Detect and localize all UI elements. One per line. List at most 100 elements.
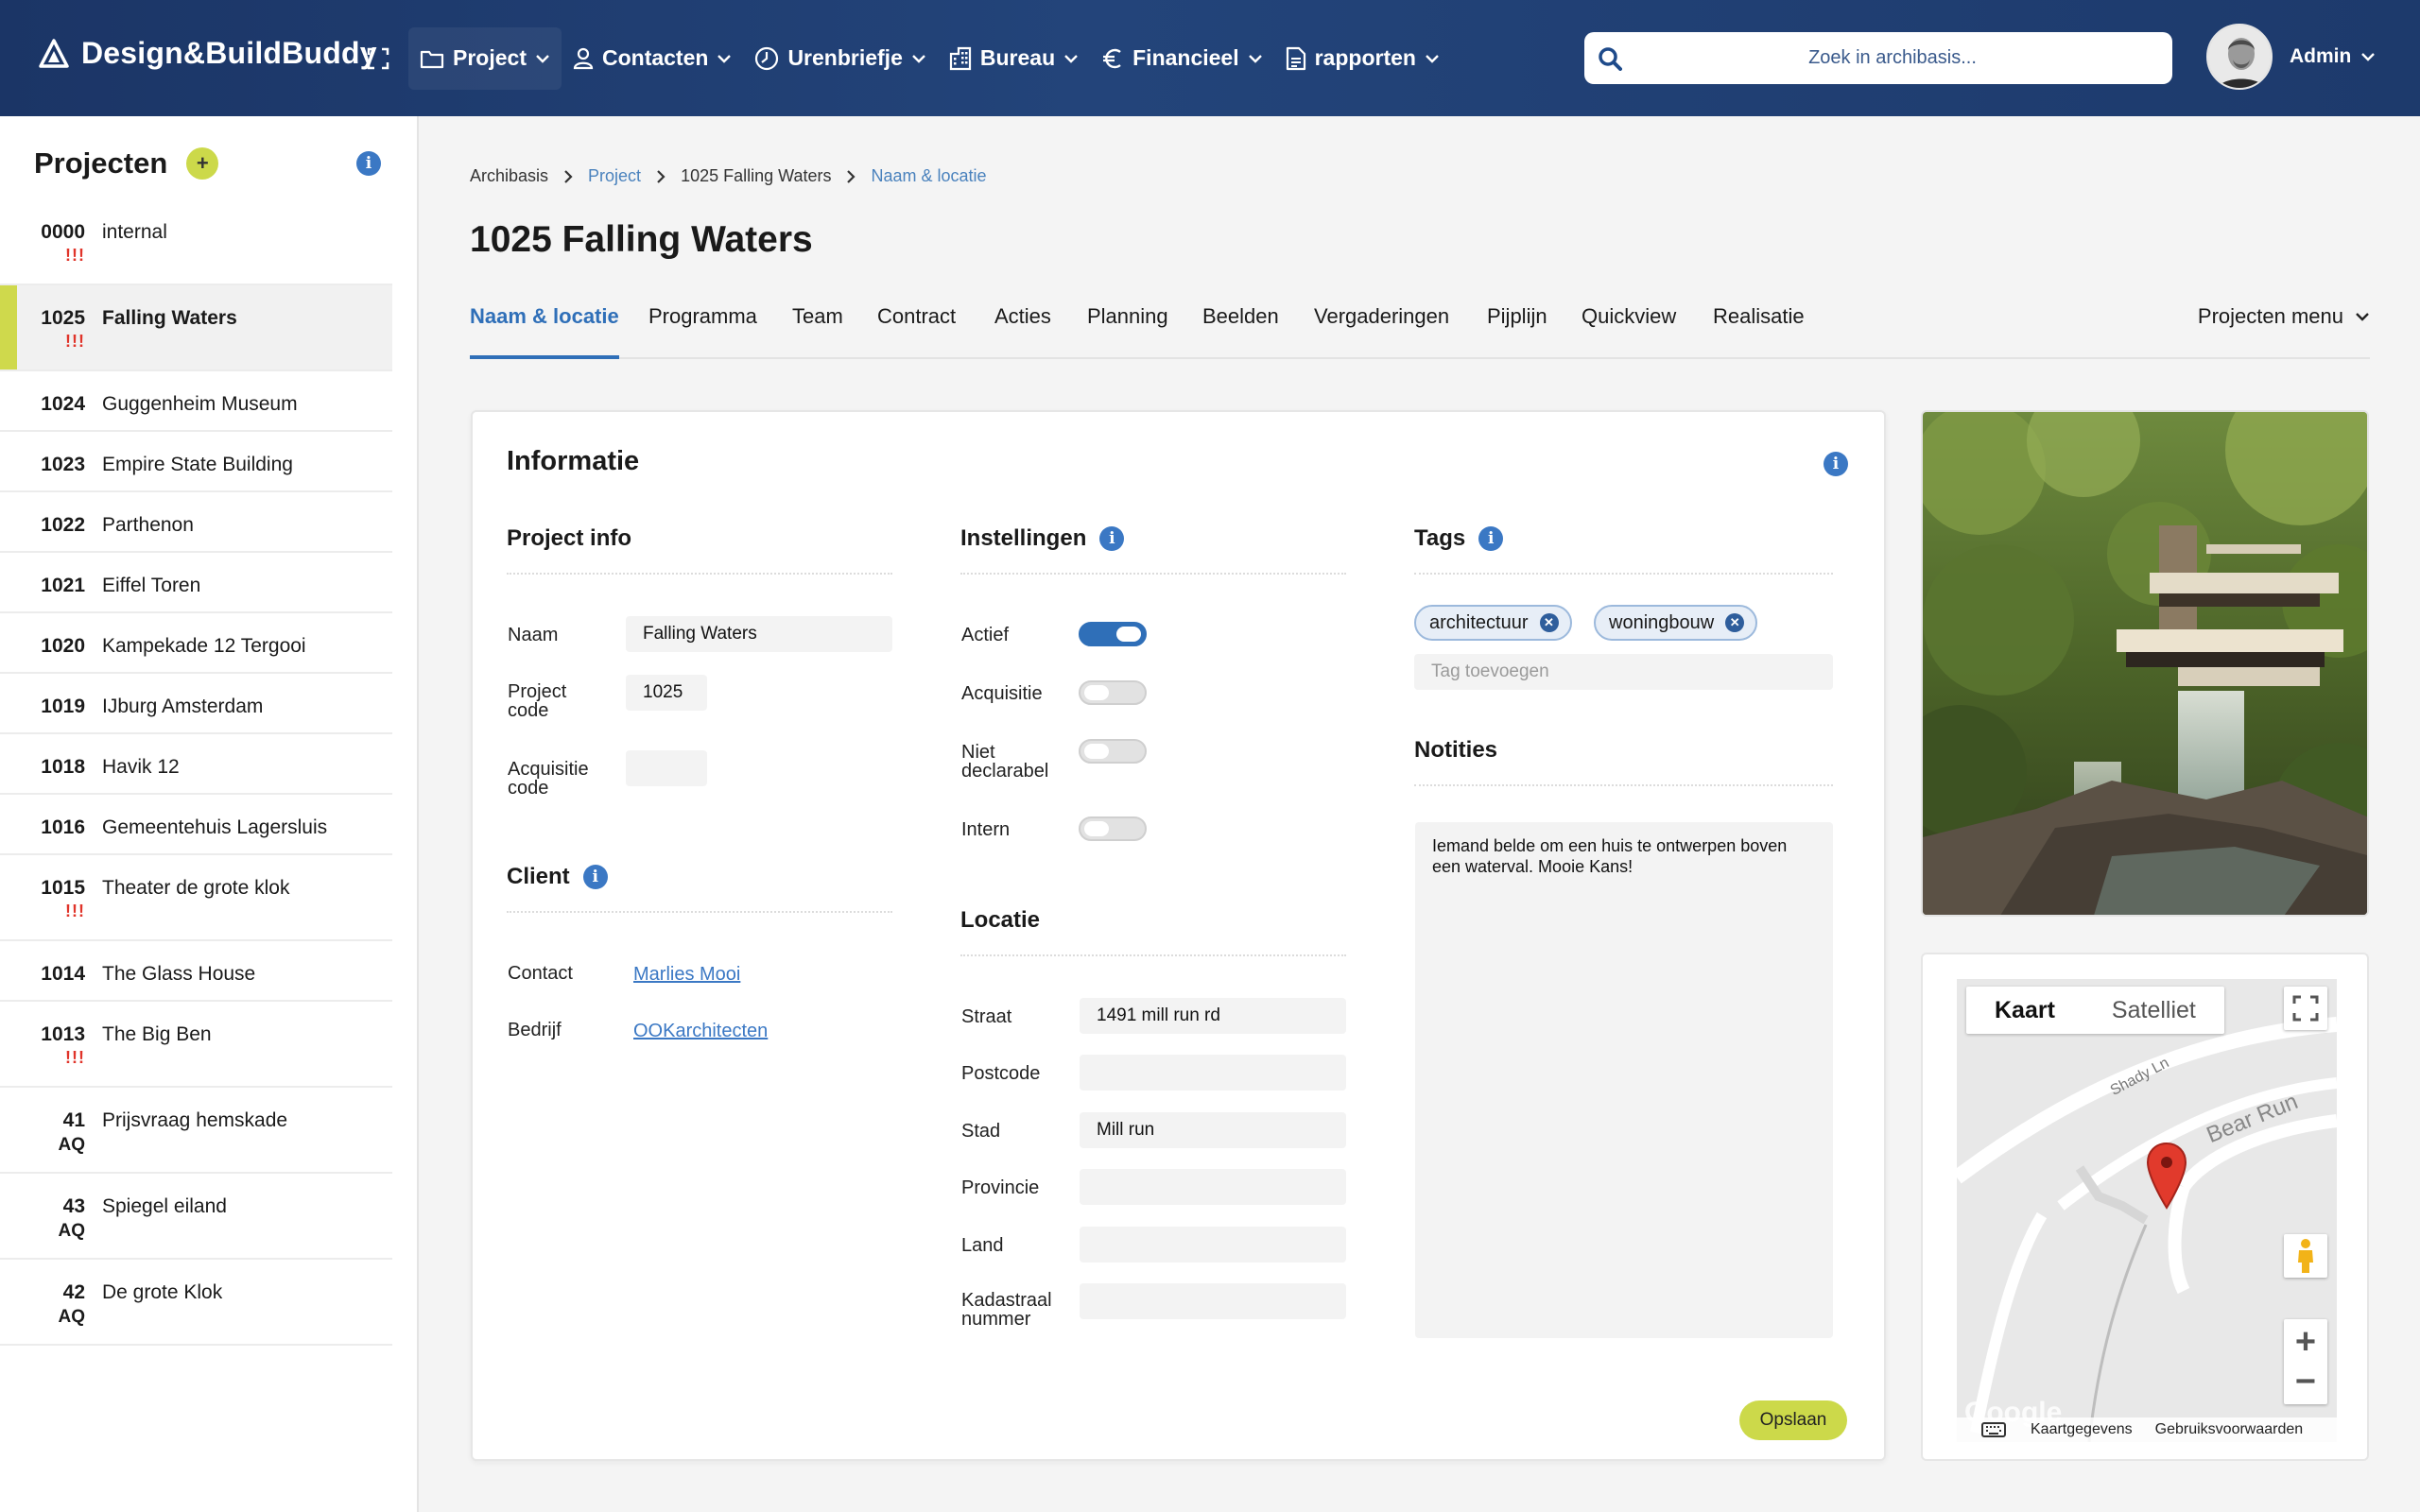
tab-realisatie[interactable]: Realisatie bbox=[1713, 304, 1805, 359]
fullscreen-button[interactable] bbox=[2284, 987, 2327, 1030]
tab-acties[interactable]: Acties bbox=[994, 304, 1051, 359]
nav-urenbriefje[interactable]: Urenbriefje bbox=[743, 27, 937, 90]
project-item-active[interactable]: 1025!!! Falling Waters bbox=[0, 285, 392, 371]
nav-rapporten[interactable]: rapporten bbox=[1274, 27, 1451, 90]
avatar[interactable] bbox=[2206, 24, 2273, 90]
remove-tag-icon[interactable]: ✕ bbox=[1539, 613, 1559, 632]
project-name: De grote Klok bbox=[102, 1281, 223, 1303]
nav-financieel[interactable]: Financieel bbox=[1090, 27, 1273, 90]
terms-link[interactable]: Gebruiksvoorwaarden bbox=[2155, 1421, 2304, 1438]
street-view-button[interactable] bbox=[2284, 1234, 2327, 1278]
project-item[interactable]: 1020 Kampekade 12 Tergooi bbox=[0, 613, 392, 674]
map-data-link[interactable]: Kaartgegevens bbox=[2031, 1421, 2133, 1438]
info-icon[interactable]: i bbox=[1824, 452, 1848, 476]
project-item[interactable]: 1018 Havik 12 bbox=[0, 734, 392, 795]
projects-menu-dropdown[interactable]: Projecten menu bbox=[2198, 304, 2370, 329]
project-item[interactable]: 1019 IJburg Amsterdam bbox=[0, 674, 392, 734]
intern-label: Intern bbox=[961, 819, 1011, 840]
acquisitie-toggle[interactable] bbox=[1079, 680, 1147, 705]
keyboard-icon[interactable] bbox=[1981, 1422, 2006, 1437]
satellite-view-button[interactable]: Satelliet bbox=[2083, 987, 2224, 1034]
tag-input[interactable]: Tag toevoegen bbox=[1414, 654, 1833, 690]
projects-menu-label: Projecten menu bbox=[2197, 304, 2343, 328]
nav-project[interactable]: Project bbox=[408, 26, 562, 90]
project-code: 1015!!! bbox=[0, 855, 85, 939]
acquisitie-code-field[interactable] bbox=[626, 750, 707, 786]
contact-link[interactable]: Marlies Mooi bbox=[633, 964, 740, 986]
project-item[interactable]: 1022 Parthenon bbox=[0, 492, 392, 553]
notes-textarea[interactable]: Iemand belde om een huis te ontwerpen bo… bbox=[1415, 822, 1833, 1338]
remove-tag-icon[interactable]: ✕ bbox=[1725, 613, 1745, 632]
info-icon[interactable]: i bbox=[1478, 526, 1504, 551]
info-icon[interactable]: i bbox=[356, 151, 381, 176]
tab-planning[interactable]: Planning bbox=[1087, 304, 1168, 359]
search-icon[interactable] bbox=[1598, 46, 1622, 71]
map-pin-icon[interactable] bbox=[2146, 1142, 2187, 1210]
expand-icon[interactable] bbox=[367, 47, 389, 70]
building-icon bbox=[949, 46, 971, 70]
project-code: 1019 bbox=[41, 696, 85, 717]
project-item[interactable]: 1021 Eiffel Toren bbox=[0, 553, 392, 613]
tab-team[interactable]: Team bbox=[792, 304, 843, 359]
breadcrumb-current-page[interactable]: Naam & locatie bbox=[871, 166, 986, 186]
project-item[interactable]: 1015!!! Theater de grote klok bbox=[0, 855, 392, 941]
project-code-field[interactable]: 1025 bbox=[626, 675, 707, 711]
tab-contract[interactable]: Contract bbox=[877, 304, 956, 359]
breadcrumb-project[interactable]: Project bbox=[588, 166, 641, 186]
tab-beelden[interactable]: Beelden bbox=[1202, 304, 1279, 359]
info-icon[interactable]: i bbox=[1099, 526, 1125, 551]
kadastraal-field[interactable] bbox=[1080, 1283, 1346, 1319]
tab-naam-locatie[interactable]: Naam & locatie bbox=[470, 304, 619, 359]
tab-pijplijn[interactable]: Pijplijn bbox=[1487, 304, 1547, 359]
project-name: IJburg Amsterdam bbox=[102, 696, 264, 717]
map-view-button[interactable]: Kaart bbox=[1966, 987, 2083, 1034]
tab-vergaderingen[interactable]: Vergaderingen bbox=[1314, 304, 1449, 359]
project-item[interactable]: 1013!!! The Big Ben bbox=[0, 1002, 392, 1088]
breadcrumb-current-project[interactable]: 1025 Falling Waters bbox=[681, 166, 831, 186]
project-item[interactable]: 1023 Empire State Building bbox=[0, 432, 392, 492]
save-button[interactable]: Opslaan bbox=[1739, 1400, 1847, 1440]
naam-field[interactable]: Falling Waters bbox=[626, 616, 892, 652]
project-item[interactable]: 43 AQ Spiegel eiland bbox=[0, 1174, 392, 1260]
project-name: The Big Ben bbox=[102, 1023, 212, 1045]
info-icon[interactable]: i bbox=[582, 865, 608, 889]
add-project-button[interactable]: + bbox=[186, 147, 219, 180]
chevron-right-icon bbox=[847, 169, 856, 183]
tab-programma[interactable]: Programma bbox=[648, 304, 757, 359]
project-name: Eiffel Toren bbox=[102, 575, 201, 596]
bedrijf-link[interactable]: OOKarchitecten bbox=[633, 1021, 768, 1042]
project-item[interactable]: 41 AQ Prijsvraag hemskade bbox=[0, 1088, 392, 1174]
app-logo[interactable]: Design&BuildBuddy bbox=[38, 36, 377, 71]
intern-toggle[interactable] bbox=[1079, 816, 1147, 841]
section-title: Notities bbox=[1414, 737, 1498, 763]
postcode-field[interactable] bbox=[1080, 1055, 1346, 1091]
project-item[interactable]: 42 AQ De grote Klok bbox=[0, 1260, 392, 1346]
project-item[interactable]: 1016 Gemeentehuis Lagersluis bbox=[0, 795, 392, 855]
breadcrumb-archibasis[interactable]: Archibasis bbox=[470, 166, 548, 186]
nav-bureau[interactable]: Bureau bbox=[938, 27, 1090, 90]
zoom-in-button[interactable]: + bbox=[2295, 1322, 2316, 1362]
project-item[interactable]: 1024 Guggenheim Museum bbox=[0, 371, 392, 432]
user-photo bbox=[2208, 26, 2271, 88]
user-menu[interactable]: Admin bbox=[2290, 45, 2376, 68]
project-code: 0000!!! bbox=[0, 199, 85, 284]
tab-quickview[interactable]: Quickview bbox=[1582, 304, 1676, 359]
location-map[interactable]: Shady Ln Bear Run Kaart Satelliet + − Go… bbox=[1957, 979, 2337, 1442]
zoom-out-button[interactable]: − bbox=[2295, 1362, 2316, 1401]
provincie-field[interactable] bbox=[1080, 1169, 1346, 1205]
straat-field[interactable]: 1491 mill run rd bbox=[1080, 998, 1346, 1034]
actief-toggle[interactable] bbox=[1079, 622, 1147, 646]
tab-bar: Naam & locatie Programma Team Contract A… bbox=[470, 293, 2370, 359]
locatie-heading: Locatie bbox=[960, 907, 1040, 934]
project-item[interactable]: 1014 The Glass House bbox=[0, 941, 392, 1002]
project-item[interactable]: 0000!!! internal bbox=[0, 199, 392, 285]
search-input[interactable] bbox=[1584, 32, 2172, 84]
nav-contacten[interactable]: Contacten bbox=[562, 27, 743, 90]
stad-field[interactable]: Mill run bbox=[1080, 1112, 1346, 1148]
project-name: Kampekade 12 Tergooi bbox=[102, 635, 306, 657]
land-field[interactable] bbox=[1080, 1227, 1346, 1263]
tag-label: woningbouw bbox=[1609, 611, 1715, 633]
nav-label: Financieel bbox=[1132, 45, 1239, 70]
niet-declarabel-toggle[interactable] bbox=[1079, 739, 1147, 764]
top-bar: Design&BuildBuddy Project Contacten Uren… bbox=[0, 0, 2420, 116]
